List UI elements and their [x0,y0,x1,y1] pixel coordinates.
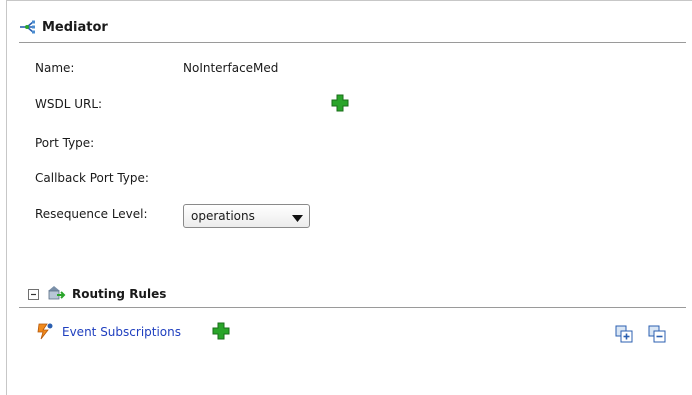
routing-rules-icon [47,285,67,306]
name-label: Name: [35,61,75,75]
add-event-subscription-icon[interactable] [212,322,230,343]
collapse-icon[interactable] [28,289,39,303]
callback-port-type-label: Callback Port Type: [35,171,149,185]
resequence-level-value: operations [191,209,255,223]
name-value: NoInterfaceMed [183,61,279,75]
collapse-all-icon[interactable] [648,325,666,346]
event-subscriptions-link[interactable]: Event Subscriptions [62,325,181,339]
mediator-divider [19,42,686,43]
add-icon[interactable] [331,94,349,115]
port-type-label: Port Type: [35,136,95,150]
expand-all-icon[interactable] [615,325,633,346]
routing-rules-title: Routing Rules [72,287,167,301]
resequence-level-label: Resequence Level: [35,207,148,221]
wsdl-url-label: WSDL URL: [35,97,103,111]
event-icon [36,322,54,343]
chevron-down-icon [292,212,303,226]
mediator-icon [19,19,37,35]
mediator-header: Mediator [19,19,108,35]
mediator-title: Mediator [42,19,108,35]
resequence-level-select[interactable]: operations [183,204,310,228]
routing-divider [19,307,686,308]
